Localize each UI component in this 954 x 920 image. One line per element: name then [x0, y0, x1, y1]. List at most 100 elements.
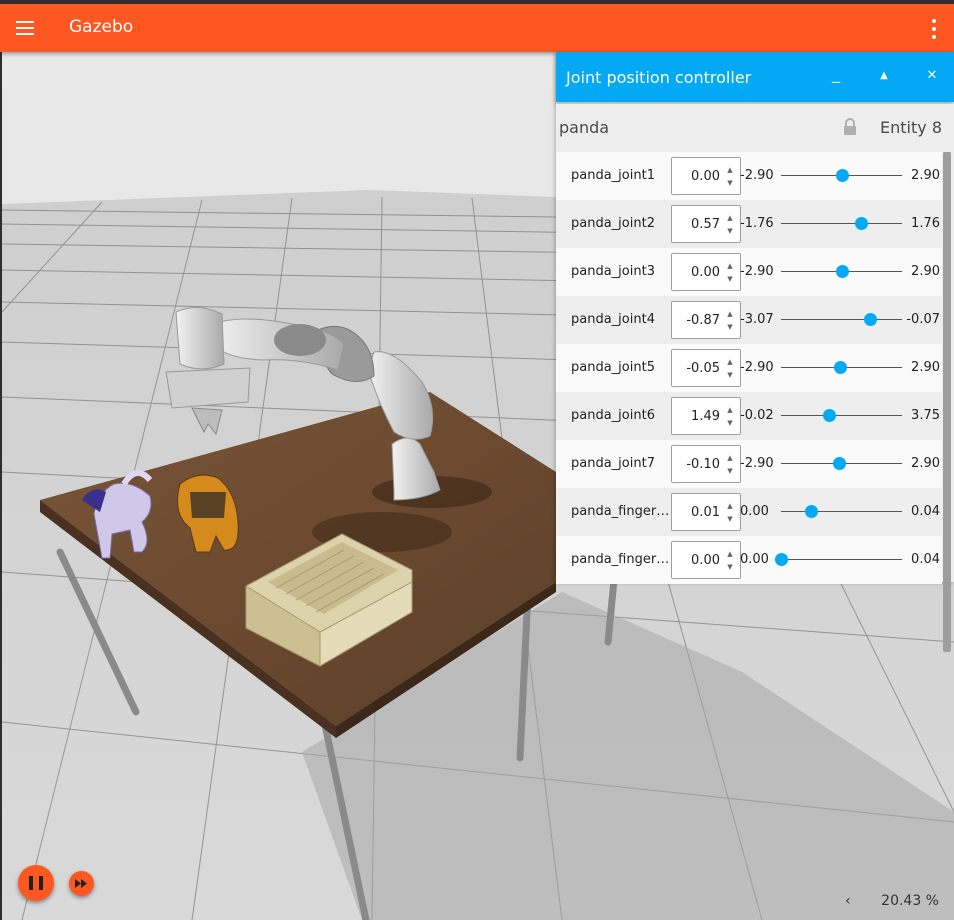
hamburger-menu-icon[interactable] [14, 18, 36, 38]
joint-slider[interactable] [781, 502, 902, 522]
joint-slider[interactable] [781, 262, 902, 282]
decrement-arrow-icon[interactable]: ▼ [725, 562, 735, 572]
more-options-icon[interactable] [928, 18, 940, 40]
slider-track [781, 223, 902, 224]
decrement-arrow-icon[interactable]: ▼ [725, 322, 735, 332]
joint-value-spinbox[interactable]: 1.49 ▲ ▼ [671, 397, 741, 435]
joint-value: -0.87 [686, 313, 720, 328]
pause-button[interactable] [18, 865, 54, 901]
joint-name: panda_finger_joint1 [571, 504, 671, 519]
slider-track [781, 415, 902, 416]
increment-arrow-icon[interactable]: ▲ [725, 405, 735, 415]
entity-label: Entity 8 [880, 118, 942, 137]
step-forward-button[interactable] [69, 871, 94, 896]
increment-arrow-icon[interactable]: ▲ [725, 213, 735, 223]
joint-slider[interactable] [781, 310, 902, 330]
increment-arrow-icon[interactable]: ▲ [725, 357, 735, 367]
chevron-left-icon[interactable]: ‹ [845, 893, 859, 909]
joint-min: -2.90 [740, 264, 774, 279]
decrement-arrow-icon[interactable]: ▼ [725, 514, 735, 524]
joint-slider[interactable] [781, 358, 902, 378]
joint-value-spinbox[interactable]: 0.00 ▲ ▼ [671, 157, 741, 195]
joint-name: panda_joint5 [571, 360, 655, 375]
joint-name: panda_joint2 [571, 216, 655, 231]
decrement-arrow-icon[interactable]: ▼ [725, 418, 735, 428]
joint-max: 2.90 [911, 168, 940, 183]
joint-max: 0.04 [911, 504, 940, 519]
joint-min: -2.90 [740, 168, 774, 183]
decrement-arrow-icon[interactable]: ▼ [725, 178, 735, 188]
slider-handle[interactable] [863, 313, 877, 326]
joint-max: 2.90 [911, 456, 940, 471]
joint-row: panda_joint2 0.57 ▲ ▼ -1.76 1.76 [556, 200, 942, 248]
joint-slider[interactable] [781, 166, 902, 186]
slider-handle[interactable] [775, 553, 788, 566]
joint-slider[interactable] [781, 214, 902, 234]
float-button[interactable]: ▲ [870, 62, 898, 90]
joint-row: panda_finger_joint1 0.01 ▲ ▼ 0.00 0.04 [556, 488, 942, 536]
joint-row: panda_joint7 -0.10 ▲ ▼ -2.90 2.90 [556, 440, 942, 488]
increment-arrow-icon[interactable]: ▲ [725, 453, 735, 463]
joint-max: 2.90 [911, 264, 940, 279]
fast-forward-icon [75, 879, 87, 888]
slider-handle[interactable] [805, 505, 819, 518]
model-name: panda [559, 118, 610, 137]
joint-min: -2.90 [740, 360, 774, 375]
increment-arrow-icon[interactable]: ▲ [725, 261, 735, 271]
slider-handle[interactable] [855, 217, 869, 230]
joint-row: panda_joint3 0.00 ▲ ▼ -2.90 2.90 [556, 248, 942, 296]
joint-name: panda_joint6 [571, 408, 655, 423]
joint-row: panda_joint4 -0.87 ▲ ▼ -3.07 -0.07 [556, 296, 942, 344]
slider-track [781, 319, 902, 320]
joint-value-spinbox[interactable]: -0.10 ▲ ▼ [671, 445, 741, 483]
joint-slider[interactable] [781, 454, 902, 474]
joint-value-spinbox[interactable]: -0.05 ▲ ▼ [671, 349, 741, 387]
joint-slider[interactable] [775, 550, 902, 570]
increment-arrow-icon[interactable]: ▲ [725, 549, 735, 559]
close-button[interactable]: ✕ [918, 62, 946, 90]
decrement-arrow-icon[interactable]: ▼ [725, 226, 735, 236]
joint-row: panda_joint5 -0.05 ▲ ▼ -2.90 2.90 [556, 344, 942, 392]
joint-min: 0.00 [740, 552, 769, 567]
joint-value-spinbox[interactable]: 0.57 ▲ ▼ [671, 205, 741, 243]
slider-handle[interactable] [833, 457, 847, 470]
app-bar: Gazebo [0, 4, 954, 52]
joint-max: 0.04 [911, 552, 940, 567]
joint-max: 3.75 [911, 408, 940, 423]
joint-value: 0.57 [691, 217, 720, 232]
joint-position-controller-panel: Joint position controller _ ▲ ✕ panda En… [556, 52, 954, 652]
joint-value-spinbox[interactable]: -0.87 ▲ ▼ [671, 301, 741, 339]
slider-handle[interactable] [835, 265, 849, 278]
panel-scrollbar[interactable] [943, 152, 951, 652]
increment-arrow-icon[interactable]: ▲ [725, 165, 735, 175]
joint-min: -2.90 [740, 456, 774, 471]
joint-max: 2.90 [911, 360, 940, 375]
slider-handle[interactable] [835, 169, 849, 182]
joint-name: panda_joint1 [571, 168, 655, 183]
joint-row: panda_joint6 1.49 ▲ ▼ -0.02 3.75 [556, 392, 942, 440]
joint-value-spinbox[interactable]: 0.00 ▲ ▼ [671, 541, 741, 579]
joint-max: 1.76 [911, 216, 940, 231]
lock-icon[interactable] [842, 118, 858, 136]
slider-handle[interactable] [823, 409, 837, 422]
joint-value-spinbox[interactable]: 0.00 ▲ ▼ [671, 253, 741, 291]
joint-name: panda_joint4 [571, 312, 655, 327]
increment-arrow-icon[interactable]: ▲ [725, 309, 735, 319]
joint-max: -0.07 [906, 312, 940, 327]
panel-title: Joint position controller [566, 68, 752, 87]
slider-handle[interactable] [834, 361, 848, 374]
joint-name: panda_finger_joint2 [571, 552, 671, 567]
joint-slider[interactable] [781, 406, 902, 426]
joint-min: 0.00 [740, 504, 769, 519]
decrement-arrow-icon[interactable]: ▼ [725, 466, 735, 476]
slider-track [781, 559, 902, 560]
joint-list: panda_joint1 0.00 ▲ ▼ -2.90 2.90 panda_joint2 0… [556, 152, 942, 584]
joint-value-spinbox[interactable]: 0.01 ▲ ▼ [671, 493, 741, 531]
real-time-factor: 20.43 % [881, 893, 939, 909]
decrement-arrow-icon[interactable]: ▼ [725, 370, 735, 380]
decrement-arrow-icon[interactable]: ▼ [725, 274, 735, 284]
scrollbar-thumb[interactable] [943, 152, 951, 652]
minimize-button[interactable]: _ [822, 62, 850, 90]
joint-min: -1.76 [740, 216, 774, 231]
increment-arrow-icon[interactable]: ▲ [725, 501, 735, 511]
